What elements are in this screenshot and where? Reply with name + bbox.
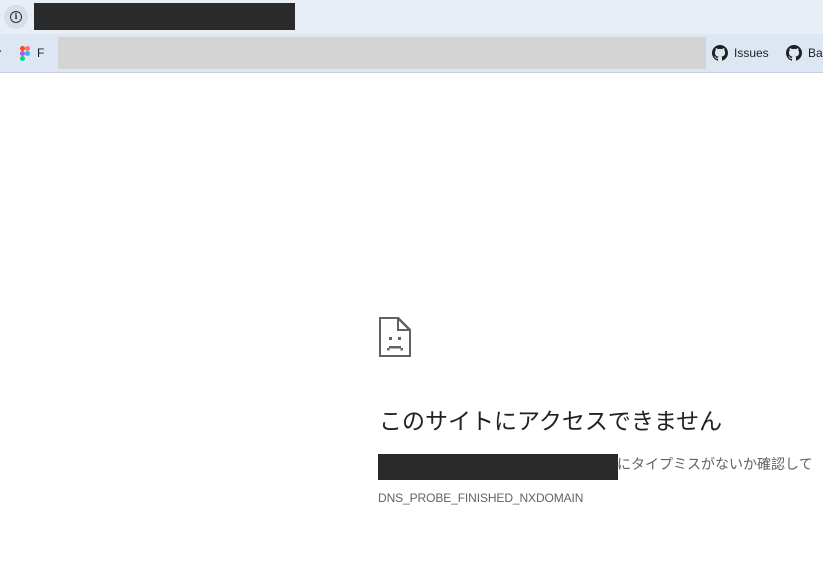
bookmarks-bar: › F Issues Ba [0, 34, 823, 73]
url-field-redacted[interactable] [34, 3, 295, 30]
bookmark-label: Ba [808, 46, 823, 60]
address-bar: i [0, 0, 823, 34]
error-heading: このサイトにアクセスできません [379, 409, 723, 435]
description-redacted [378, 454, 618, 480]
bookmark-label: Issues [734, 46, 769, 60]
bookmarks-overflow-icon[interactable]: › [0, 46, 2, 57]
sad-page-icon [378, 316, 412, 358]
bookmarks-redacted [58, 37, 706, 69]
bookmark-figma[interactable]: F [20, 45, 44, 61]
info-icon: i [10, 11, 22, 23]
bookmark-label: F [37, 46, 45, 60]
github-icon [786, 45, 802, 61]
error-page: このサイトにアクセスできません にタイプミスがないか確認して DNS_PROBE… [0, 74, 823, 580]
github-icon [712, 45, 728, 61]
error-description: にタイプミスがないか確認して [617, 457, 813, 473]
bookmark-issues[interactable]: Issues [712, 45, 769, 61]
bookmark-ba[interactable]: Ba [786, 45, 823, 61]
site-info-button[interactable]: i [4, 5, 28, 29]
figma-icon [20, 45, 30, 61]
error-code: DNS_PROBE_FINISHED_NXDOMAIN [378, 491, 584, 505]
